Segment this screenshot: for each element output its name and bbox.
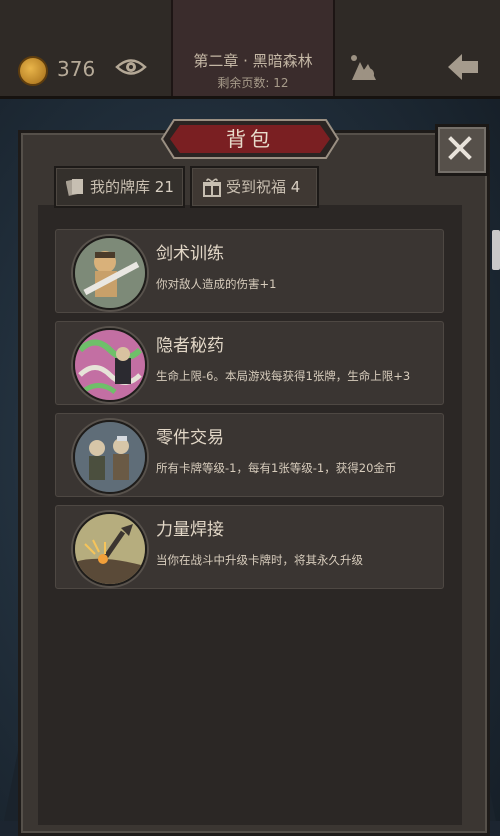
blessing-name: 剑术训练 — [156, 244, 224, 264]
tab-label: 受到祝福 4 — [226, 178, 301, 196]
chapter-title: 第二章 · 黑暗森林 — [193, 52, 313, 70]
tab-my-deck[interactable]: 我的牌库 21 — [54, 166, 185, 208]
blessing-card[interactable]: 力量焊接 当你在战斗中升级卡牌时，将其永久升级 — [55, 505, 444, 589]
blessing-card[interactable]: 剑术训练 你对敌人造成的伤害+1 — [55, 229, 444, 313]
back-arrow-icon[interactable] — [446, 52, 480, 82]
power-weld-portrait — [73, 512, 147, 586]
tab-blessings[interactable]: 受到祝福 4 — [190, 166, 319, 208]
blessing-description: 生命上限-6。本局游戏每获得1张牌，生命上限+3 — [156, 369, 411, 383]
blessing-description: 当你在战斗中升级卡牌时，将其永久升级 — [156, 553, 363, 567]
cards-icon — [66, 178, 83, 196]
tab-label: 我的牌库 21 — [90, 178, 174, 196]
panel-title: 背包 — [226, 127, 274, 151]
remaining-pages: 剩余页数: 12 — [217, 76, 289, 90]
eye-icon[interactable] — [115, 56, 147, 78]
coin-icon — [18, 56, 48, 86]
blessing-name: 隐者秘药 — [156, 336, 224, 356]
potion-bag-icon[interactable] — [346, 52, 380, 82]
scrollbar[interactable] — [492, 230, 500, 270]
close-icon — [448, 136, 472, 160]
blessing-name: 零件交易 — [156, 428, 224, 448]
hermit-potion-portrait — [73, 328, 147, 402]
blessing-card[interactable]: 零件交易 所有卡牌等级-1，每有1张等级-1，获得20金币 — [55, 413, 444, 497]
gift-icon — [203, 178, 221, 197]
blessing-description: 你对敌人造成的伤害+1 — [156, 277, 277, 291]
coin-count: 376 — [57, 57, 96, 81]
close-button[interactable] — [435, 124, 489, 176]
swordsman-portrait — [73, 236, 147, 310]
parts-trade-portrait — [73, 420, 147, 494]
chapter-info: 第二章 · 黑暗森林 剩余页数: 12 — [171, 0, 335, 96]
blessing-description: 所有卡牌等级-1，每有1张等级-1，获得20金币 — [156, 461, 397, 475]
blessing-name: 力量焊接 — [156, 520, 224, 540]
blessing-card[interactable]: 隐者秘药 生命上限-6。本局游戏每获得1张牌，生命上限+3 — [55, 321, 444, 405]
top-bar: 376 第二章 · 黑暗森林 剩余页数: 12 — [0, 0, 500, 99]
